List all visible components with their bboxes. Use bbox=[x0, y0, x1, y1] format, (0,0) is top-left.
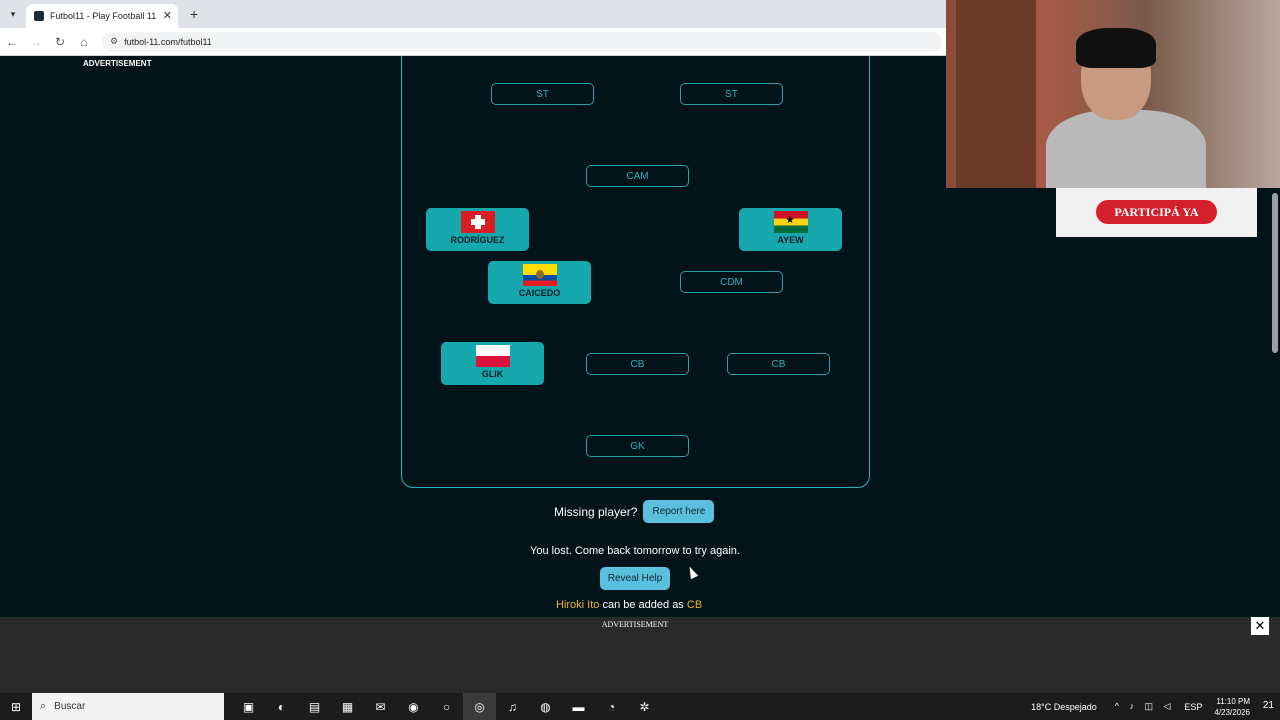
player-name: CAICEDO bbox=[518, 288, 561, 298]
webcam-person-hair bbox=[1076, 28, 1156, 68]
weather-widget[interactable]: 18°C Despejado bbox=[1031, 702, 1097, 712]
spotify-icon[interactable]: ♫ bbox=[496, 693, 529, 720]
ecuador-flag-icon bbox=[522, 264, 557, 286]
formation-pitch bbox=[401, 56, 870, 488]
player-name: GLIK bbox=[481, 369, 504, 379]
slot-cb-left[interactable]: CB bbox=[586, 353, 689, 375]
url-field[interactable]: ⚙ futbol-11.com/futbol11 bbox=[102, 31, 942, 52]
browser-tab[interactable]: Futbol11 - Play Football 11 ✕ bbox=[26, 4, 178, 28]
promo-button[interactable]: PARTICIPÁ YA bbox=[1096, 200, 1217, 224]
promo-banner[interactable]: PARTICIPÁ YA bbox=[1056, 188, 1257, 237]
reveal-help-button[interactable]: Reveal Help bbox=[600, 567, 670, 590]
webcam-overlay bbox=[946, 0, 1280, 188]
search-placeholder: Buscar bbox=[54, 701, 86, 712]
slot-st-left[interactable]: ST bbox=[491, 83, 594, 105]
system-tray: 18°C Despejado ^ ♪ ◫ ◁ ESP 11:10 PM 4/23… bbox=[1031, 693, 1250, 720]
page-scrollbar[interactable] bbox=[1270, 188, 1280, 617]
advertisement-label-bottom: ADVERTISEMENT bbox=[601, 620, 669, 629]
tray-icons[interactable]: ^ ♪ ◫ ◁ bbox=[1115, 701, 1175, 712]
tab-title: Futbol11 - Play Football 11 bbox=[50, 11, 157, 21]
edge-icon[interactable]: ◐ bbox=[265, 693, 298, 720]
address-bar-row: ← → ↻ ⌂ ⚙ futbol-11.com/futbol11 bbox=[0, 28, 946, 56]
player-card-rodriguez[interactable]: RODRÍGUEZ bbox=[426, 208, 529, 251]
reload-button[interactable]: ↻ bbox=[48, 35, 72, 49]
chrome-icon[interactable]: ◎ bbox=[463, 693, 496, 720]
hint-middle-text: can be added as bbox=[599, 599, 687, 611]
player-card-ayew[interactable]: ★ AYEW bbox=[739, 208, 842, 251]
clock-time: 11:10 PM bbox=[1216, 696, 1250, 706]
clock-date: 4/23/2026 bbox=[1214, 707, 1250, 717]
language-indicator[interactable]: ESP bbox=[1184, 702, 1202, 712]
taskbar-apps: ▣ ◐ ▤ ▦ ✉ ◉ ○ ◎ ♫ ◍ ▬ ◔ ✲ bbox=[232, 693, 661, 720]
hint-text: Hiroki Ito can be added as CB bbox=[556, 599, 702, 611]
steam-icon[interactable]: ◍ bbox=[529, 693, 562, 720]
task-view-icon[interactable]: ▣ bbox=[232, 693, 265, 720]
player-name: RODRÍGUEZ bbox=[450, 235, 505, 245]
site-info-icon[interactable]: ⚙ bbox=[110, 36, 118, 47]
mail-icon[interactable]: ✉ bbox=[364, 693, 397, 720]
scrollbar-thumb[interactable] bbox=[1272, 193, 1278, 353]
slot-cam[interactable]: CAM bbox=[586, 165, 689, 187]
home-button[interactable]: ⌂ bbox=[72, 35, 96, 49]
webcam-background bbox=[956, 0, 1036, 188]
notification-count[interactable]: 21 bbox=[1263, 700, 1274, 711]
forward-button[interactable]: → bbox=[24, 35, 48, 49]
player-card-glik[interactable]: GLIK bbox=[441, 342, 544, 385]
tradingview-icon[interactable]: ▬ bbox=[562, 693, 595, 720]
ghana-flag-icon: ★ bbox=[773, 211, 808, 233]
missing-player-row: Missing player? Report here bbox=[554, 500, 715, 523]
windows-taskbar: ⊞ ⌕ Buscar ▣ ◐ ▤ ▦ ✉ ◉ ○ ◎ ♫ ◍ ▬ ◔ ✲ 18°… bbox=[0, 693, 1280, 720]
clock[interactable]: 11:10 PM 4/23/2026 bbox=[1214, 696, 1250, 718]
hint-position: CB bbox=[686, 599, 703, 611]
player-card-caicedo[interactable]: CAICEDO bbox=[488, 261, 591, 304]
mouse-cursor-icon bbox=[685, 564, 699, 580]
bottom-ad-banner: ADVERTISEMENT ✕ bbox=[0, 617, 1280, 693]
slot-cb-right[interactable]: CB bbox=[727, 353, 830, 375]
url-text: futbol-11.com/futbol11 bbox=[124, 36, 212, 47]
taskbar-search[interactable]: ⌕ Buscar bbox=[32, 693, 224, 720]
close-ad-button[interactable]: ✕ bbox=[1251, 617, 1269, 635]
hint-player-name: Hiroki Ito bbox=[556, 599, 600, 611]
tab-search-chevron-icon[interactable]: ▾ bbox=[0, 0, 26, 28]
back-button[interactable]: ← bbox=[0, 35, 24, 49]
webcam-person-body bbox=[1046, 110, 1206, 188]
browser-tab-bar: ▾ Futbol11 - Play Football 11 ✕ + bbox=[0, 0, 946, 28]
windows-start-icon[interactable]: ⊞ bbox=[0, 700, 32, 714]
app-icon[interactable]: ✲ bbox=[628, 693, 661, 720]
slot-gk[interactable]: GK bbox=[586, 435, 689, 457]
advertisement-label-top: ADVERTISEMENT bbox=[83, 59, 152, 68]
tab-close-icon[interactable]: ✕ bbox=[163, 9, 172, 22]
switzerland-flag-icon bbox=[460, 211, 495, 233]
new-tab-button[interactable]: + bbox=[190, 6, 198, 22]
result-message: You lost. Come back tomorrow to try agai… bbox=[530, 545, 740, 557]
discord-icon[interactable]: ◉ bbox=[397, 693, 430, 720]
obs-icon[interactable]: ◔ bbox=[595, 693, 628, 720]
poland-flag-icon bbox=[475, 345, 510, 367]
slot-cdm[interactable]: CDM bbox=[680, 271, 783, 293]
favicon-icon bbox=[34, 11, 44, 21]
slot-st-right[interactable]: ST bbox=[680, 83, 783, 105]
file-explorer-icon[interactable]: ▤ bbox=[298, 693, 331, 720]
opera-icon[interactable]: ○ bbox=[430, 693, 463, 720]
search-icon: ⌕ bbox=[40, 700, 47, 712]
report-button[interactable]: Report here bbox=[643, 500, 715, 523]
missing-player-text: Missing player? bbox=[554, 504, 638, 519]
player-name: AYEW bbox=[777, 235, 804, 245]
store-icon[interactable]: ▦ bbox=[331, 693, 364, 720]
